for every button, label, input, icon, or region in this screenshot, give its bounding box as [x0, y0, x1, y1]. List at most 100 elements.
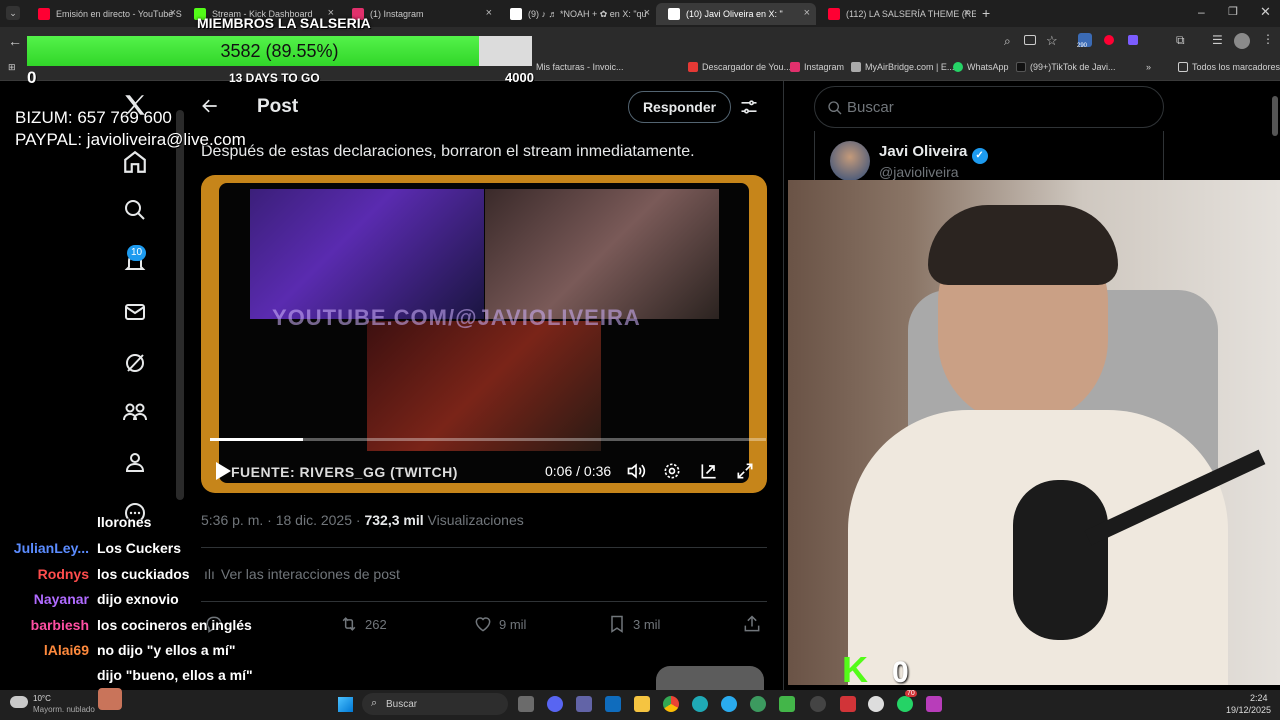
snipping-tool-icon[interactable]	[926, 696, 942, 712]
video-progress-bar[interactable]	[210, 438, 766, 441]
filter-settings-icon[interactable]	[739, 97, 759, 122]
reply-button[interactable]: Responder	[628, 91, 731, 123]
extension-icon[interactable]	[1128, 35, 1138, 45]
back-arrow-icon[interactable]	[200, 96, 222, 118]
settings-gear-icon[interactable]	[662, 461, 682, 486]
video-player[interactable]	[201, 175, 767, 493]
app-icon[interactable]	[750, 696, 766, 712]
menu-icon[interactable]: ☰	[1212, 33, 1223, 47]
bookmark-count: 3 mil	[633, 616, 661, 632]
bookmark-item[interactable]: MyAirBridge.com | E...	[851, 62, 954, 72]
search-icon	[828, 101, 842, 115]
chat-text: no dijo "y ellos a mí"	[97, 642, 236, 658]
app-icon[interactable]	[840, 696, 856, 712]
more-icon[interactable]: ⋮	[1262, 32, 1274, 46]
back-icon[interactable]: ←	[8, 33, 22, 49]
heart-icon	[475, 617, 491, 632]
weather-icon[interactable]	[10, 696, 28, 708]
reply-composer-button[interactable]	[656, 666, 764, 690]
task-view-icon[interactable]	[518, 696, 534, 712]
close-tab-icon[interactable]: ×	[486, 7, 492, 19]
bookmark-item[interactable]: Mis facturas - Invoic...	[536, 62, 624, 72]
chat-text: los cocineros en inglés	[97, 617, 252, 633]
profile-icon[interactable]	[120, 450, 150, 480]
obs-icon[interactable]	[810, 696, 826, 712]
apps-icon[interactable]: ⊞	[8, 62, 16, 73]
play-icon[interactable]	[214, 461, 232, 486]
search-input[interactable]: Buscar	[814, 86, 1164, 128]
page-title: Post	[257, 96, 299, 117]
zoom-icon[interactable]: ⌕	[1004, 34, 1011, 49]
share-button[interactable]	[742, 614, 762, 634]
repost-button[interactable]: 262	[339, 614, 387, 634]
clock-date[interactable]: 19/12/2025	[1226, 705, 1271, 715]
weather-temperature: 10°C	[33, 694, 51, 703]
avatar[interactable]	[830, 141, 870, 181]
profile-avatar[interactable]	[1234, 33, 1250, 49]
clock-time[interactable]: 2:24	[1250, 693, 1268, 703]
taskbar-search[interactable]: ⌕ Buscar	[362, 693, 508, 715]
browser-tab[interactable]: (9) ♪ ♬ *NOAH + ✿ en X: "qu ×	[498, 3, 656, 25]
app-icon[interactable]	[868, 696, 884, 712]
chat-avatar	[98, 688, 122, 710]
teams-icon[interactable]	[576, 696, 592, 712]
start-button-icon[interactable]	[338, 697, 353, 712]
like-button[interactable]: 9 mil	[473, 614, 526, 634]
new-tab-button[interactable]: +	[982, 5, 990, 21]
chrome-icon[interactable]	[663, 696, 679, 712]
bookmarks-overflow-icon[interactable]: »	[1146, 62, 1151, 72]
file-explorer-icon[interactable]	[634, 696, 650, 712]
view-interactions-link[interactable]: ılı Ver las interacciones de post	[204, 566, 400, 582]
profile-handle: @javioliveira	[879, 164, 959, 180]
explore-icon[interactable]	[120, 198, 150, 228]
close-tab-icon[interactable]: ×	[170, 7, 176, 19]
chat-text: dijo exnovio	[97, 591, 179, 607]
video-watermark: YOUTUBE.COM/@JAVIOLIVEIRA	[272, 305, 641, 330]
close-tab-icon[interactable]: ×	[644, 7, 650, 19]
outlook-icon[interactable]	[605, 696, 621, 712]
home-icon[interactable]	[120, 149, 150, 179]
whatsapp-icon[interactable]: 70	[897, 690, 917, 712]
browser-tab-active[interactable]: (10) Javi Oliveira en X: " ×	[656, 3, 816, 25]
extension-icon[interactable]: 290	[1077, 33, 1092, 49]
discord-icon[interactable]	[547, 696, 563, 712]
messages-icon[interactable]	[120, 300, 150, 330]
goal-days-remaining: 13 DAYS TO GO	[229, 71, 320, 85]
youtube-extension-icon[interactable]	[1104, 35, 1114, 45]
goal-progress-text: 3582 (89.55%)	[220, 41, 339, 61]
tab-list-dropdown[interactable]: ⌄	[6, 6, 20, 20]
install-app-icon[interactable]	[1024, 35, 1036, 45]
post-time[interactable]: 5:36 p. m.	[201, 512, 263, 528]
page-scrollbar[interactable]	[1272, 96, 1278, 136]
restore-button[interactable]: ❐	[1228, 5, 1238, 18]
close-tab-icon[interactable]: ×	[804, 7, 810, 19]
whatsapp-badge: 70	[905, 690, 917, 697]
grok-icon[interactable]	[120, 351, 150, 381]
close-window-button[interactable]: ✕	[1260, 4, 1271, 20]
bookmark-item[interactable]: (99+)TikTok de Javi...	[1016, 62, 1115, 72]
profile-name[interactable]: Javi Oliveira ✓	[879, 143, 988, 164]
chat-username: lAlai69	[43, 642, 89, 658]
extension-badge: 290	[1077, 43, 1088, 49]
bookmark-item[interactable]: WhatsApp	[953, 62, 1009, 72]
volume-icon[interactable]	[626, 461, 646, 486]
bookmark-item[interactable]: Instagram	[790, 62, 844, 72]
browser-tab[interactable]: Emisión en directo - YouTube S ×	[26, 3, 182, 25]
post-date[interactable]: 18 dic. 2025	[276, 512, 352, 528]
bookmark-item[interactable]: Descargador de You...	[688, 62, 791, 72]
camtasia-icon[interactable]	[779, 696, 795, 712]
communities-icon[interactable]	[120, 400, 150, 430]
notifications-icon[interactable]: 10	[120, 245, 150, 280]
left-scrollbar[interactable]	[176, 110, 184, 500]
bookmark-button[interactable]: 3 mil	[607, 614, 660, 634]
browser-tab[interactable]: (112) LA SALSERÍA THEME (REN ×	[816, 3, 976, 25]
telegram-icon[interactable]	[721, 696, 737, 712]
fullscreen-icon[interactable]	[735, 461, 755, 486]
bookmark-folder[interactable]: Todos los marcadores	[1178, 62, 1280, 72]
extensions-puzzle-icon[interactable]: ⧉	[1176, 33, 1185, 48]
edge-icon[interactable]	[692, 696, 708, 712]
bookmark-star-icon[interactable]: ☆	[1046, 33, 1058, 49]
minimize-button[interactable]: –	[1198, 5, 1205, 19]
picture-in-picture-icon[interactable]	[699, 461, 719, 486]
close-tab-icon[interactable]: ×	[964, 7, 970, 19]
